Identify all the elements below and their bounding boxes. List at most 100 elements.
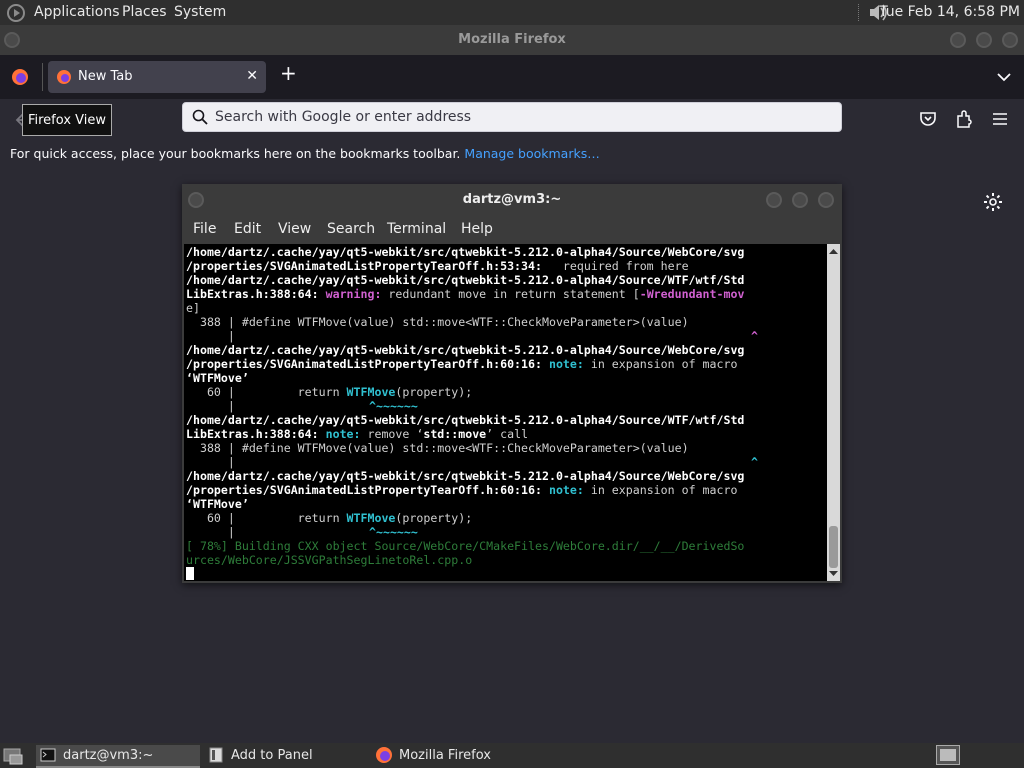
terminal-cursor [186, 567, 194, 580]
terminal-line: urces/WebCore/JSSVGPathSegLinetoRel.cpp.… [186, 553, 473, 567]
bookmarks-hint: For quick access, place your bookmarks h… [10, 146, 600, 161]
bottom-panel: dartz@vm3:~ Add to Panel Mozilla Firefox [0, 743, 1024, 768]
terminal-path: LibExtras.h:388:64: [186, 287, 319, 301]
new-tab-button[interactable]: + [280, 61, 300, 91]
terminal-menu-file[interactable]: File [193, 221, 216, 237]
terminal-scrollbar[interactable] [827, 244, 840, 581]
terminal-highlight: WTFMove [346, 385, 396, 399]
terminal-caret: ^~~~~~~ [369, 525, 418, 539]
terminal-line: ‘WTFMove’ [186, 371, 249, 385]
firefox-view-button[interactable] [4, 61, 36, 93]
workspace-switcher[interactable] [936, 745, 960, 765]
terminal-gutter: | [186, 399, 235, 413]
gnome-foot-icon[interactable] [6, 3, 26, 23]
terminal-menu-terminal[interactable]: Terminal [387, 221, 446, 237]
terminal-text: 60 | return [186, 385, 347, 399]
terminal-line: ‘WTFMove’ [186, 497, 249, 511]
panel-window-icon [209, 747, 223, 763]
tab-strip: New Tab ✕ + [0, 55, 1024, 99]
terminal-line: LibExtras.h:388:64: note: remove ‘std::m… [186, 427, 528, 441]
terminal-note: note: [541, 357, 584, 371]
terminal-path: /properties/SVGAnimatedListPropertyTearO… [186, 483, 542, 497]
taskbar-firefox-label: Mozilla Firefox [399, 748, 491, 763]
terminal-text: ’ call [486, 427, 529, 441]
terminal-text: (property); [395, 385, 473, 399]
terminal-line: /home/dartz/.cache/yay/qt5-webkit/src/qt… [186, 343, 745, 357]
terminal-text: 60 | return [186, 511, 347, 525]
maximize-button[interactable] [976, 32, 992, 48]
terminal-line: 60 | return WTFMove(property); [186, 385, 472, 399]
terminal-line: | ^~~~~~~ [186, 525, 418, 539]
terminal-line: /home/dartz/.cache/yay/qt5-webkit/src/qt… [186, 469, 745, 483]
url-input[interactable] [215, 103, 815, 131]
terminal-minimize-button[interactable] [766, 192, 782, 208]
terminal-text: (property); [395, 511, 473, 525]
terminal-window: dartz@vm3:~ File Edit View Search Termin… [182, 184, 842, 583]
close-tab-icon[interactable]: ✕ [246, 68, 258, 84]
terminal-gutter: | [186, 455, 235, 469]
tab-new-tab[interactable]: New Tab ✕ [48, 61, 266, 93]
terminal-title: dartz@vm3:~ [462, 192, 562, 207]
places-menu[interactable]: Places [122, 4, 167, 20]
terminal-note: note: [318, 427, 361, 441]
terminal-highlight: std::move [423, 427, 487, 441]
terminal-path: LibExtras.h:388:64: [186, 427, 319, 441]
terminal-line: 388 | #define WTFMove(value) std::move<W… [186, 441, 689, 455]
terminal-menu-help[interactable]: Help [461, 221, 493, 237]
scroll-down-icon[interactable] [827, 569, 840, 579]
minimize-button[interactable] [950, 32, 966, 48]
terminal-line: 388 | #define WTFMove(value) std::move<W… [186, 315, 689, 329]
hamburger-menu-icon[interactable] [989, 108, 1011, 130]
terminal-line: | ^~~~~~~ [186, 399, 418, 413]
terminal-text: remove ‘ [360, 427, 424, 441]
workspace-1[interactable] [940, 749, 956, 761]
terminal-text: required from here [541, 259, 689, 273]
terminal-menu-view[interactable]: View [278, 221, 311, 237]
system-menu[interactable]: System [174, 4, 226, 20]
terminal-menu-search[interactable]: Search [327, 221, 375, 237]
terminal-titlebar[interactable]: dartz@vm3:~ [182, 184, 842, 216]
terminal-note: note: [541, 483, 584, 497]
terminal-caret: ^ [751, 455, 758, 469]
terminal-line: | ^ [186, 455, 758, 469]
terminal-line: 60 | return WTFMove(property); [186, 511, 472, 525]
navigation-toolbar [0, 99, 1024, 141]
bookmarks-hint-text: For quick access, place your bookmarks h… [10, 146, 461, 161]
applications-menu[interactable]: Applications [34, 4, 120, 20]
chevron-down-icon[interactable] [994, 67, 1014, 87]
firefox-logo-icon [12, 69, 28, 85]
firefox-view-tooltip: Firefox View [22, 104, 112, 136]
terminal-scroll-thumb[interactable] [829, 526, 838, 568]
taskbar-add-to-panel[interactable]: Add to Panel [204, 745, 368, 766]
taskbar-add-to-panel-label: Add to Panel [231, 748, 313, 763]
address-bar[interactable] [182, 102, 842, 132]
pocket-icon[interactable] [917, 108, 939, 130]
terminal-gutter: | [186, 329, 235, 343]
terminal-line: /home/dartz/.cache/yay/qt5-webkit/src/qt… [186, 413, 745, 427]
close-window-button[interactable] [1002, 32, 1018, 48]
bookmarks-toolbar: For quick access, place your bookmarks h… [0, 141, 1024, 167]
firefox-titlebar[interactable]: Mozilla Firefox [0, 25, 1024, 55]
scroll-up-icon[interactable] [827, 246, 840, 256]
terminal-line: /home/dartz/.cache/yay/qt5-webkit/src/qt… [186, 245, 745, 259]
terminal-text: redundant move in return statement [ [381, 287, 640, 301]
terminal-menu-edit[interactable]: Edit [234, 221, 261, 237]
show-desktop-icon[interactable] [2, 746, 24, 766]
terminal-output[interactable]: /home/dartz/.cache/yay/qt5-webkit/src/qt… [184, 244, 827, 581]
terminal-maximize-button[interactable] [792, 192, 808, 208]
terminal-line: e] [186, 301, 200, 315]
gear-icon[interactable] [982, 191, 1004, 213]
manage-bookmarks-link[interactable]: Manage bookmarks… [464, 146, 599, 161]
tab-label: New Tab [78, 69, 133, 84]
clock[interactable]: Tue Feb 14, 6:58 PM [879, 4, 1020, 20]
taskbar-firefox[interactable]: Mozilla Firefox [372, 745, 552, 766]
taskbar-terminal[interactable]: dartz@vm3:~ [36, 745, 200, 768]
terminal-icon [40, 748, 56, 762]
firefox-window-title: Mozilla Firefox [458, 32, 566, 47]
terminal-path: /properties/SVGAnimatedListPropertyTearO… [186, 259, 542, 273]
terminal-line: | ^ [186, 329, 758, 343]
extensions-icon[interactable] [953, 108, 975, 130]
terminal-line: /properties/SVGAnimatedListPropertyTearO… [186, 483, 737, 497]
terminal-text: in expansion of macro [583, 483, 738, 497]
terminal-close-button[interactable] [818, 192, 834, 208]
